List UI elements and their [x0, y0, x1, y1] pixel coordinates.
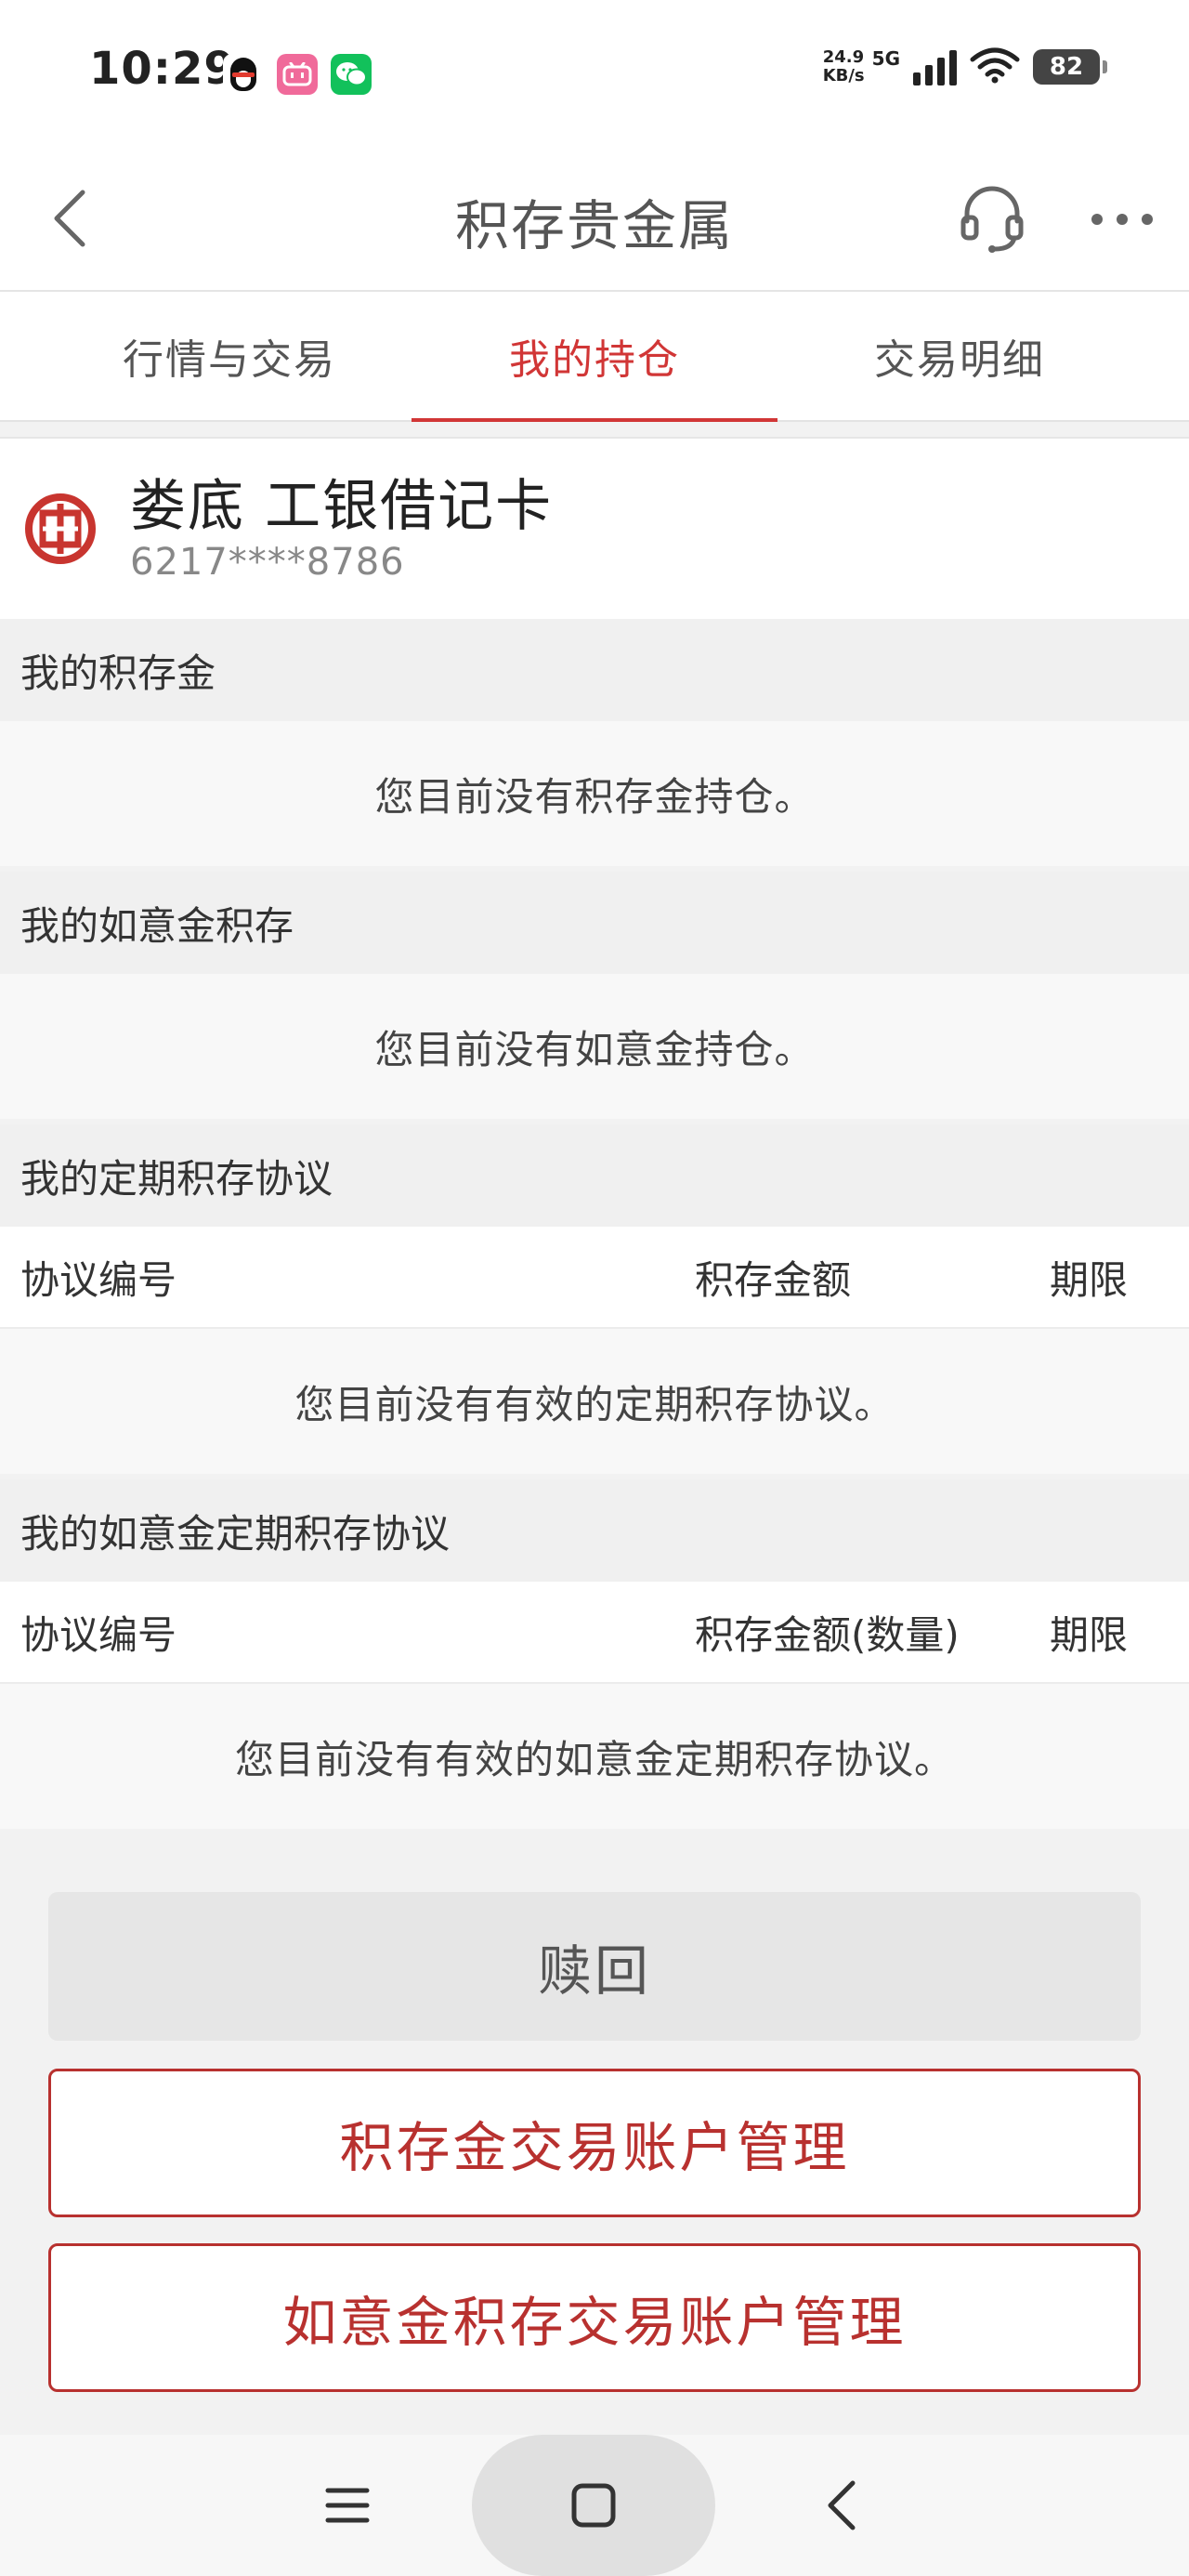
column-agreement-no: 协议编号 [20, 1256, 177, 1303]
column-term: 期限 [1050, 1611, 1129, 1658]
column-amount: 积存金额 [695, 1256, 852, 1303]
network-generation: 5G [871, 47, 900, 70]
active-tab-indicator [412, 418, 777, 422]
headset-icon[interactable] [953, 180, 1031, 258]
tab-my-holdings[interactable]: 我的持仓 [412, 292, 777, 420]
cellular-signal-icon [913, 48, 957, 85]
system-navigation-bar [0, 2435, 1189, 2576]
column-amount-quantity: 积存金额(数量) [695, 1611, 960, 1658]
top-navigation-bar: 积存贵金属 [0, 149, 1189, 292]
network-speed: 24.9 KB/s [822, 47, 865, 85]
empty-message-gold: 您目前没有积存金持仓。 [0, 721, 1189, 866]
battery-icon: 82 [1033, 49, 1107, 85]
account-name: 娄底 工银借记卡 [130, 474, 554, 539]
section-title-gold: 我的积存金 [0, 619, 1189, 721]
more-horizontal-icon[interactable] [1083, 180, 1161, 258]
back-triangle-icon[interactable] [804, 2468, 879, 2543]
home-button[interactable] [472, 2435, 715, 2576]
tab-market-trading[interactable]: 行情与交易 [46, 292, 412, 420]
menu-icon[interactable] [310, 2468, 385, 2543]
empty-message-fixed: 您目前没有有效的定期积存协议。 [0, 1329, 1189, 1474]
qq-icon [223, 54, 264, 95]
tab-transaction-details[interactable]: 交易明细 [777, 292, 1143, 420]
empty-message-ruyi-fixed: 您目前没有有效的如意金定期积存协议。 [0, 1684, 1189, 1829]
icbc-logo-icon [24, 493, 97, 565]
tab-bar: 行情与交易 我的持仓 交易明细 [0, 292, 1189, 422]
wechat-icon [331, 54, 372, 95]
account-card[interactable]: 娄底 工银借记卡 6217****8786 [0, 437, 1189, 621]
status-bar: 10:29 24.9 KB/s 5G 82 [0, 0, 1189, 149]
gold-account-management-button[interactable]: 积存金交易账户管理 [48, 2069, 1141, 2217]
redeem-button[interactable]: 赎回 [48, 1892, 1141, 2041]
table-header-fixed: 协议编号 积存金额 期限 [0, 1227, 1189, 1329]
table-header-ruyi-fixed: 协议编号 积存金额(数量) 期限 [0, 1582, 1189, 1684]
column-agreement-no: 协议编号 [20, 1611, 177, 1658]
account-number: 6217****8786 [130, 541, 405, 584]
ruyi-account-management-button[interactable]: 如意金积存交易账户管理 [48, 2243, 1141, 2392]
section-title-ruyi: 我的如意金积存 [0, 872, 1189, 974]
section-title-fixed-agreement: 我的定期积存协议 [0, 1124, 1189, 1227]
status-time: 10:29 [89, 43, 236, 95]
section-title-ruyi-fixed-agreement: 我的如意金定期积存协议 [0, 1479, 1189, 1582]
empty-message-ruyi: 您目前没有如意金持仓。 [0, 974, 1189, 1119]
status-indicators: 24.9 KB/s 5G 82 [822, 46, 1107, 87]
column-term: 期限 [1050, 1256, 1129, 1303]
bilibili-icon [277, 54, 318, 95]
status-app-icons [223, 54, 372, 95]
square-icon [571, 2483, 616, 2528]
wifi-icon [970, 46, 1020, 87]
